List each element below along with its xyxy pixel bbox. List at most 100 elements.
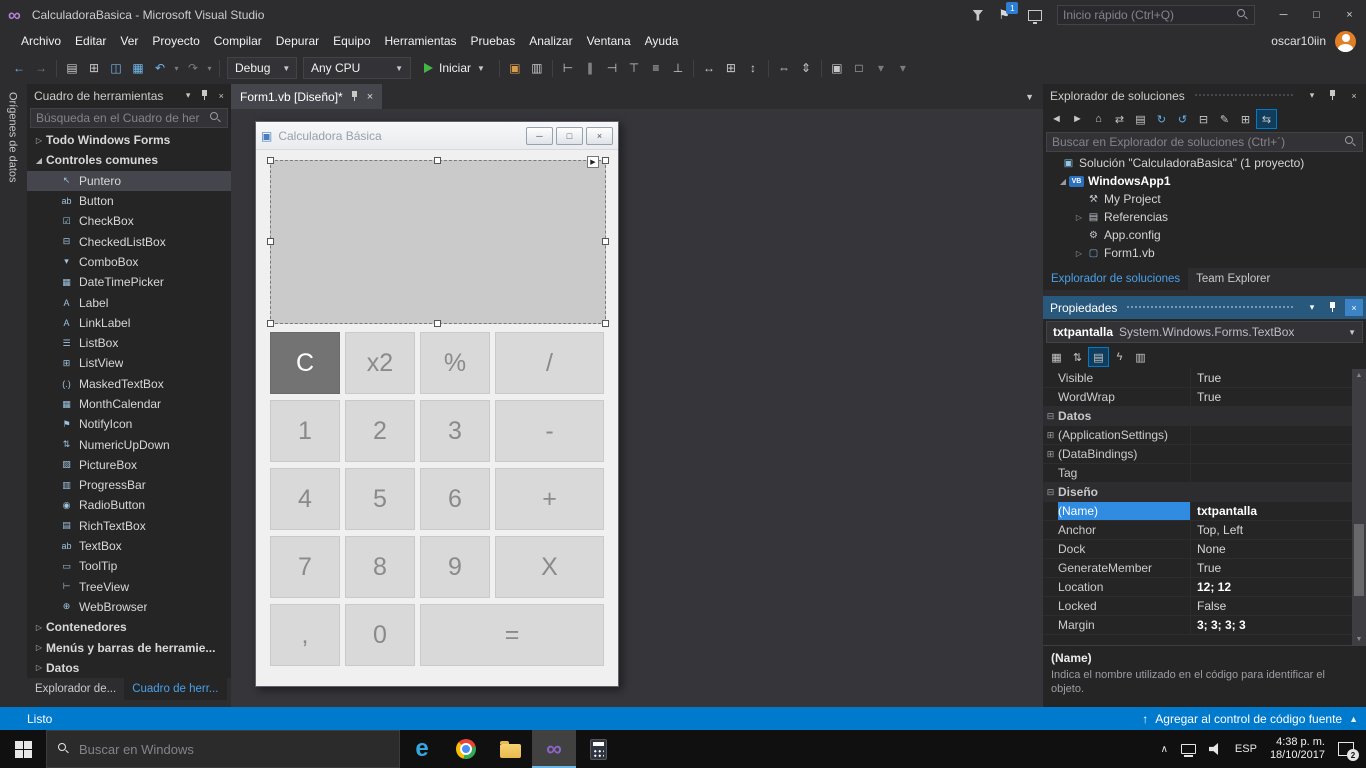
selection-handle[interactable] [267, 320, 274, 327]
menu-item[interactable]: Analizar [522, 32, 579, 50]
close-button[interactable]: × [1333, 0, 1366, 30]
bring-to-front-icon[interactable]: ▣ [826, 57, 848, 79]
toolbox-entry[interactable]: ⊟ CheckedListBox [27, 231, 231, 251]
toolbox-entry[interactable]: ⚑ NotifyIcon [27, 414, 231, 434]
property-value[interactable]: True [1191, 559, 1352, 577]
solution-tree-item[interactable]: ▷ ▤ Referencias [1043, 208, 1366, 226]
calculator-button[interactable]: 1 [270, 400, 340, 462]
horizontal-spacing-icon[interactable]: ⇔ [773, 57, 795, 79]
expander-icon[interactable]: ▷ [1073, 213, 1085, 222]
form-minimize-button[interactable]: ─ [526, 126, 553, 145]
drag-handle[interactable] [1193, 93, 1294, 98]
calculator-button[interactable]: 3 [420, 400, 490, 462]
solution-explorer-search-input[interactable] [1052, 135, 1341, 149]
calculator-button[interactable]: 7 [270, 536, 340, 598]
solution-platform-dropdown[interactable]: Any CPU ▼ [303, 57, 411, 79]
toolbox-entry[interactable]: ↖ Puntero [27, 170, 231, 191]
feedback-filter-icon[interactable] [972, 9, 984, 21]
action-center-icon[interactable]: 2 [1338, 742, 1359, 761]
calculator-button[interactable]: = [420, 604, 604, 666]
property-value[interactable]: True [1191, 369, 1352, 387]
property-row[interactable]: ⊟ Datos [1043, 407, 1352, 426]
property-value[interactable] [1091, 407, 1352, 425]
toolbar-options-icon[interactable]: ▾ [892, 57, 914, 79]
calculator-button[interactable]: 6 [420, 468, 490, 530]
toolbox-entry[interactable]: ab Button [27, 191, 231, 211]
property-row[interactable]: ⊞ (ApplicationSettings) [1043, 426, 1352, 445]
property-value[interactable]: 3; 3; 3; 3 [1191, 616, 1352, 634]
designer-form[interactable]: ▣ Calculadora Básica ─ □ × ▶ C x2 % / 1 … [255, 121, 619, 687]
expand-box-icon[interactable] [1043, 559, 1058, 577]
menu-item[interactable]: Archivo [14, 32, 68, 50]
calculator-button[interactable]: C [270, 332, 340, 394]
nav-back-icon[interactable]: ◄ [1046, 109, 1067, 129]
toolbox-entry[interactable]: ▷ Contenedores [27, 617, 231, 637]
tool-window-tab[interactable]: Explorador de... [27, 678, 124, 700]
toolbox-entry[interactable]: A LinkLabel [27, 313, 231, 333]
property-value[interactable] [1191, 445, 1352, 463]
selection-handle[interactable] [267, 238, 274, 245]
solution-tree-item[interactable]: ⚒ My Project [1043, 190, 1366, 208]
tool-window-tab[interactable]: Cuadro de herr... [124, 678, 227, 700]
network-icon[interactable] [1180, 744, 1196, 757]
switch-views-icon[interactable]: ⇄ [1109, 109, 1130, 129]
toolbox-entry[interactable]: ⊢ TreeView [27, 577, 231, 597]
property-pages-icon[interactable]: ▥ [1130, 347, 1151, 367]
save-all-icon[interactable]: ▦ [127, 57, 149, 79]
data-sources-tab[interactable]: Orígenes de datos [7, 92, 21, 183]
menu-item[interactable]: Ayuda [638, 32, 686, 50]
expand-box-icon[interactable] [1043, 388, 1058, 406]
menu-item[interactable]: Compilar [207, 32, 269, 50]
taskbar-search[interactable] [46, 730, 400, 768]
solution-tree-item[interactable]: ⚙ App.config [1043, 226, 1366, 244]
undo-icon[interactable]: ↶ [149, 57, 171, 79]
save-icon[interactable]: ◫ [105, 57, 127, 79]
maximize-button[interactable]: □ [1300, 0, 1333, 30]
selection-handle[interactable] [434, 320, 441, 327]
toolbox-entry[interactable]: ▷ Datos [27, 658, 231, 678]
solution-tree-item[interactable]: ◢ VB WindowsApp1 [1043, 172, 1366, 190]
quick-launch-search[interactable] [1057, 5, 1255, 25]
calculator-button[interactable]: - [495, 400, 604, 462]
toolbox-entry[interactable]: ◢ Controles comunes [27, 150, 231, 170]
calculator-button[interactable]: 0 [345, 604, 415, 666]
form-maximize-button[interactable]: □ [556, 126, 583, 145]
vertical-spacing-icon[interactable]: ⇕ [795, 57, 817, 79]
make-same-width-icon[interactable]: ↔ [698, 57, 720, 79]
show-all-files-icon[interactable]: ⊞ [1235, 109, 1256, 129]
property-row[interactable]: Visible True [1043, 369, 1352, 388]
window-position-icon[interactable]: ▾ [1303, 87, 1321, 104]
taskbar-search-input[interactable] [79, 741, 388, 757]
events-icon[interactable]: ϟ [1109, 347, 1130, 367]
toolbox-entry[interactable]: ▷ Todo Windows Forms [27, 130, 231, 150]
language-indicator[interactable]: ESP [1235, 743, 1257, 755]
toolbox-search-input[interactable] [36, 111, 206, 125]
menu-item[interactable]: Depurar [269, 32, 326, 50]
notifications-flag-icon[interactable]: ⚑ 1 [998, 2, 1019, 23]
make-same-size-icon[interactable]: ⊞ [720, 57, 742, 79]
menu-item[interactable]: Editar [68, 32, 113, 50]
undo-dropdown-icon[interactable]: ▾ [171, 57, 182, 79]
minimize-button[interactable]: ─ [1267, 0, 1300, 30]
sync-with-active-document-icon[interactable]: ⇆ [1256, 109, 1277, 129]
property-value[interactable]: Top, Left [1191, 521, 1352, 539]
property-row[interactable]: Location 12; 12 [1043, 578, 1352, 597]
property-value[interactable] [1191, 464, 1352, 482]
toolbox-entry[interactable]: ▷ Menús y barras de herramie... [27, 637, 231, 657]
tool-window-tab[interactable]: Explorador de soluciones [1043, 268, 1189, 290]
expand-box-icon[interactable]: ⊞ [1043, 426, 1058, 444]
navigate-forward-icon[interactable]: → [30, 57, 52, 79]
home-icon[interactable]: ⌂ [1088, 109, 1109, 129]
align-lefts-icon[interactable]: ⊢ [557, 57, 579, 79]
property-row[interactable]: WordWrap True [1043, 388, 1352, 407]
expand-box-icon[interactable] [1043, 540, 1058, 558]
property-value[interactable]: None [1191, 540, 1352, 558]
calculator-button[interactable]: 4 [270, 468, 340, 530]
pin-button[interactable] [1324, 87, 1342, 104]
edge-taskbar-button[interactable]: e [400, 730, 444, 768]
pin-icon[interactable] [350, 90, 360, 103]
toolbox-entry[interactable]: ⊞ ListView [27, 353, 231, 373]
selection-handle[interactable] [434, 157, 441, 164]
toolbox-entry[interactable]: ⇅ NumericUpDown [27, 434, 231, 454]
property-row[interactable]: ⊞ (DataBindings) [1043, 445, 1352, 464]
